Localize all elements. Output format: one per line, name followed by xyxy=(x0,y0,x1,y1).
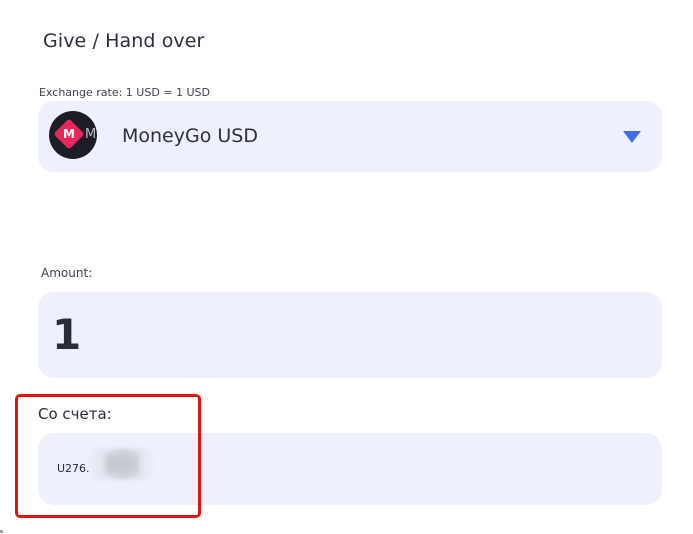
account-value: U276. xyxy=(57,462,90,475)
corner-mark xyxy=(0,530,3,533)
amount-value: 1 xyxy=(52,310,82,359)
account-field[interactable]: U276. xyxy=(38,433,662,505)
logo-letter: M xyxy=(63,127,75,141)
currency-select-value: MoneyGo USD xyxy=(122,125,258,147)
currency-select[interactable]: M M MoneyGo USD xyxy=(38,101,662,172)
give-section-title: Give / Hand over xyxy=(43,30,205,52)
moneygo-logo-icon: M M xyxy=(49,111,97,159)
account-redaction-blur-core xyxy=(106,455,138,473)
triangle-down-icon[interactable] xyxy=(623,131,641,143)
account-label: Со счета: xyxy=(38,405,112,423)
amount-input[interactable]: 1 xyxy=(38,292,662,378)
exchange-rate-label: Exchange rate: 1 USD = 1 USD xyxy=(39,86,210,99)
logo-letter-tail: M xyxy=(85,127,97,142)
amount-label: Amount: xyxy=(41,266,93,280)
